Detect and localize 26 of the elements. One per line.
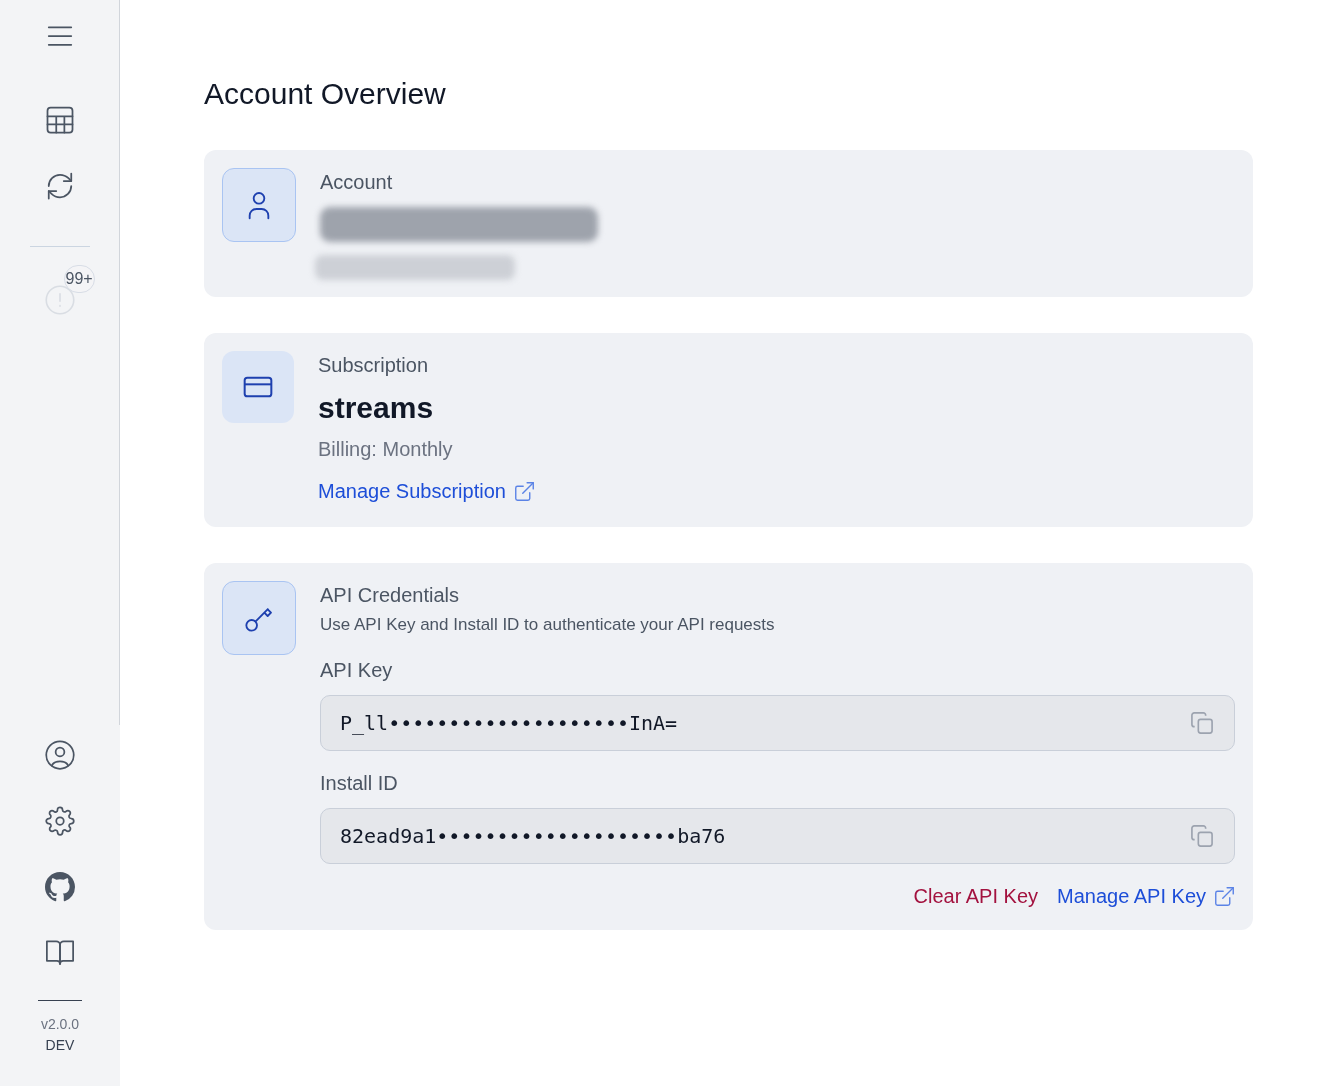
settings-icon[interactable]	[45, 806, 75, 836]
version-label: v2.0.0	[40, 1015, 80, 1034]
notification-badge: 99+	[63, 265, 95, 293]
table-icon[interactable]	[44, 105, 75, 135]
external-link-icon	[1214, 885, 1235, 907]
credit-card-icon	[222, 351, 294, 423]
user-icon	[222, 168, 296, 242]
credential-field[interactable]: P_ll••••••••••••••••••••InA=	[320, 695, 1235, 751]
key-icon	[222, 581, 296, 655]
billing-text: Billing: Monthly	[318, 437, 453, 461]
field-label: API Key	[320, 658, 393, 682]
manage-key-link[interactable]: Manage API Key	[1057, 884, 1235, 908]
user-circle-icon[interactable]	[45, 740, 75, 770]
github-icon[interactable]	[45, 872, 75, 902]
card-title: API Credentials	[320, 583, 459, 607]
clear-key-button[interactable]: Clear API Key	[913, 884, 1038, 908]
card-title: Account	[320, 170, 393, 194]
plan-name: streams	[318, 390, 434, 426]
external-link-icon	[513, 480, 535, 502]
build-label: DEV	[45, 1036, 75, 1055]
field-label: Install ID	[320, 771, 398, 795]
manage-subscription-link[interactable]: Manage Subscription	[318, 479, 535, 503]
page-title: Account Overview	[204, 76, 447, 112]
card-title: Subscription	[318, 353, 429, 377]
credential-field[interactable]: 82ead9a1••••••••••••••••••••ba76	[320, 808, 1235, 864]
card-description: Use API Key and Install ID to authenticate your API requests	[320, 614, 775, 636]
